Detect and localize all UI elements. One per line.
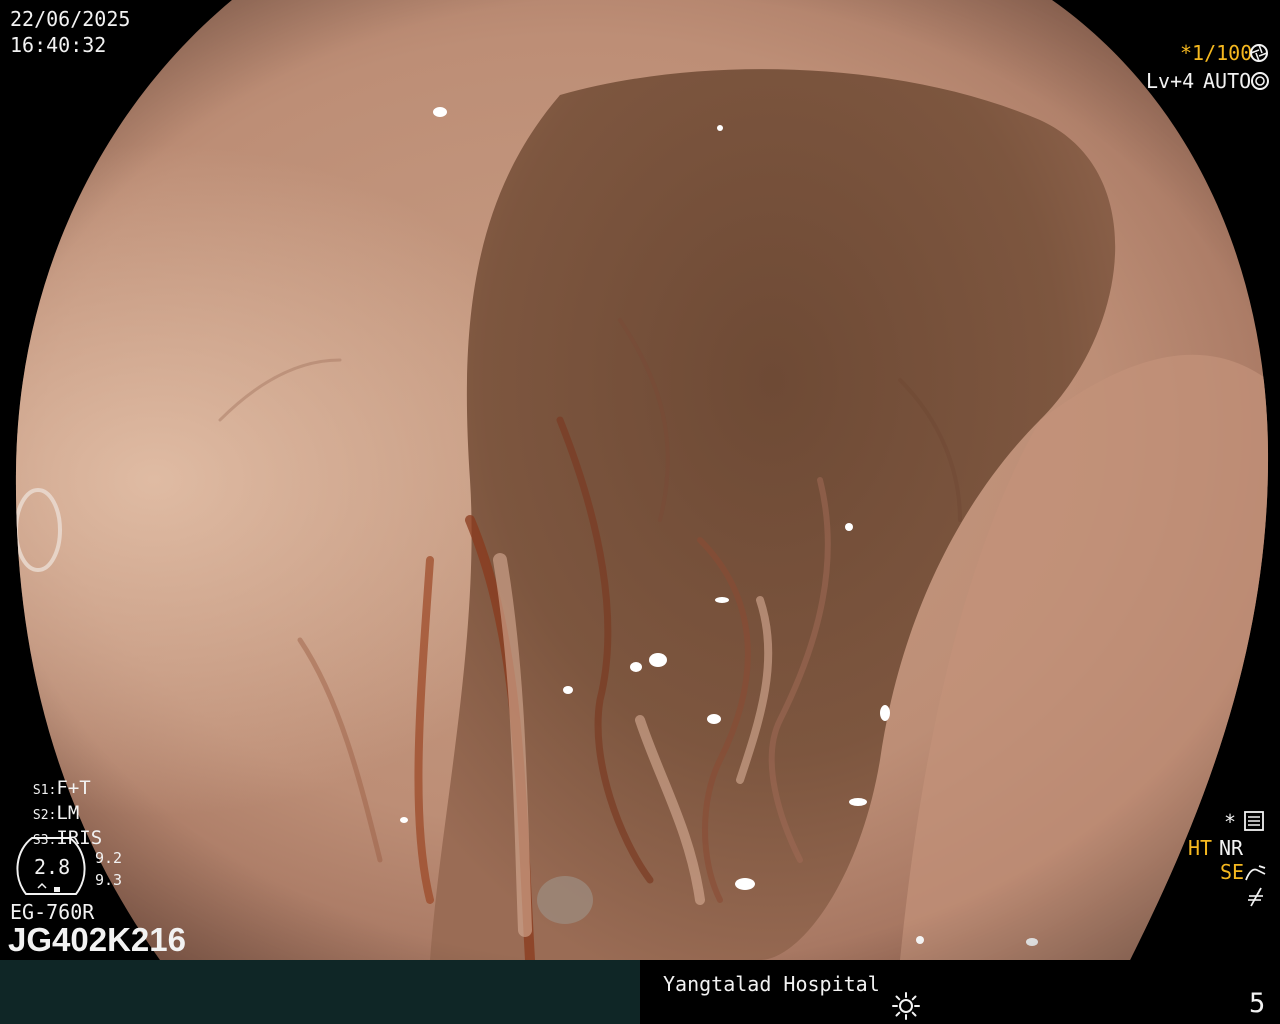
date-text: 22/06/2025 bbox=[10, 7, 131, 31]
page-number: 5 bbox=[1249, 988, 1266, 1019]
aperture-icon bbox=[1250, 44, 1268, 62]
time-text: 16:40:32 bbox=[10, 33, 107, 57]
auto-mode-text: AUTO bbox=[1203, 69, 1252, 93]
endoscopic-view bbox=[15, 0, 1269, 960]
light-level-text: Lv+4 bbox=[1146, 69, 1195, 93]
star-flag: * bbox=[1224, 810, 1237, 834]
scope-gauge-value: 2.8 bbox=[34, 855, 71, 879]
ht-flag: HT bbox=[1188, 836, 1213, 860]
se-flag: SE bbox=[1220, 860, 1245, 884]
gauge-reading-1: 9.2 bbox=[95, 849, 123, 867]
menu-settings-icon bbox=[1244, 811, 1264, 831]
bottom-bar-left bbox=[0, 960, 640, 1024]
scope-model-text: EG-760R bbox=[10, 900, 95, 924]
nr-flag: NR bbox=[1219, 836, 1244, 860]
gauge-reading-2: 9.3 bbox=[95, 871, 123, 889]
bend-arrow-icon bbox=[1245, 865, 1266, 881]
scope-serial-text: JG402K216 bbox=[8, 921, 186, 958]
shutter-speed-text: *1/100 bbox=[1180, 41, 1253, 65]
hospital-name: Yangtalad Hospital bbox=[663, 972, 880, 996]
brightness-icon bbox=[892, 992, 920, 1020]
auto-iris-icon bbox=[1251, 72, 1269, 90]
flash-icon bbox=[1248, 887, 1263, 907]
